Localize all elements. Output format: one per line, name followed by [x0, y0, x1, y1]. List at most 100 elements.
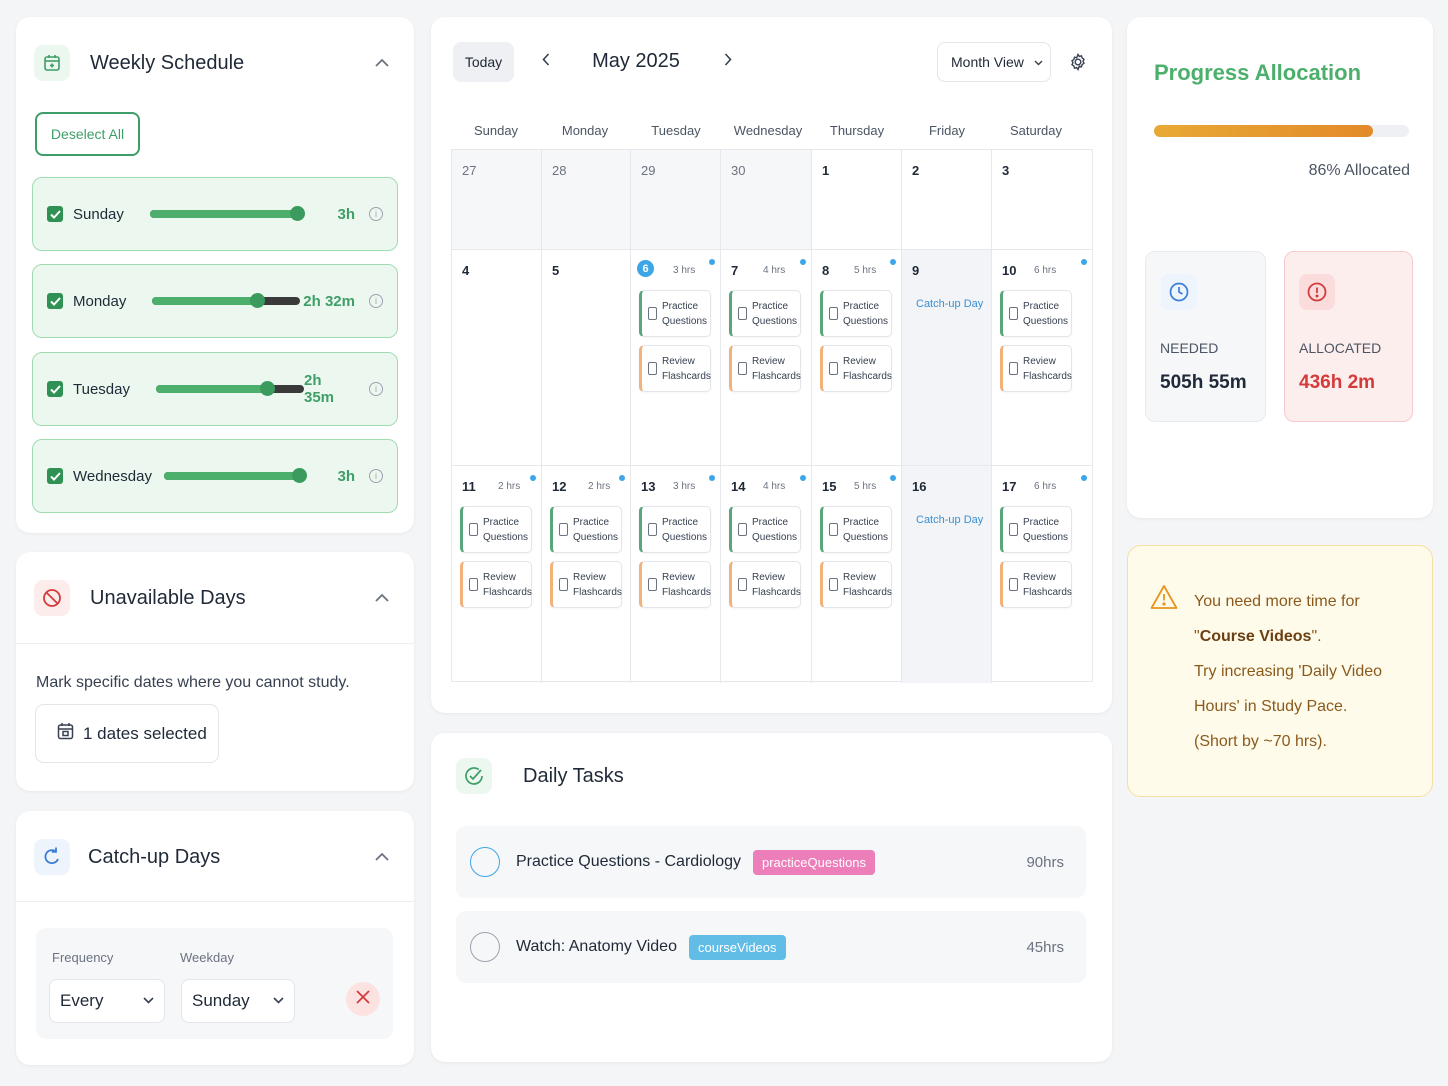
review-flashcards-task[interactable]: Review Flashcards	[639, 561, 711, 608]
calendar-day-cell[interactable]: 4	[452, 250, 542, 466]
review-flashcards-task[interactable]: Review Flashcards	[729, 561, 801, 608]
slider-fill	[163, 472, 300, 480]
day-checkbox[interactable]	[47, 206, 63, 222]
ban-icon	[34, 580, 70, 616]
frequency-select[interactable]: Every	[49, 979, 165, 1023]
practice-questions-task[interactable]: Practice Questions	[729, 506, 801, 553]
task-complete-toggle[interactable]	[470, 932, 500, 962]
practice-questions-task[interactable]: Practice Questions	[460, 506, 532, 553]
practice-questions-task[interactable]: Practice Questions	[550, 506, 622, 553]
day-row-wednesday[interactable]: Wednesday 3h i	[32, 439, 398, 513]
review-flashcards-task[interactable]: Review Flashcards	[1000, 345, 1072, 392]
catchup-days-header[interactable]: Catch-up Days	[34, 839, 396, 875]
chevron-up-icon[interactable]	[368, 49, 396, 77]
calendar-day-cell[interactable]: 1	[812, 150, 902, 250]
chevron-left-icon	[542, 53, 550, 71]
alert-circle-icon	[1299, 274, 1335, 310]
practice-questions-task[interactable]: Practice Questions	[820, 290, 892, 337]
weekday-select[interactable]: Sunday	[181, 979, 295, 1023]
catchup-days-title: Catch-up Days	[88, 845, 221, 868]
settings-button[interactable]	[1068, 52, 1088, 72]
today-button[interactable]: Today	[453, 42, 514, 82]
weekly-schedule-header[interactable]: Weekly Schedule	[34, 45, 396, 81]
hours-slider[interactable]	[149, 206, 305, 221]
task-complete-toggle[interactable]	[470, 847, 500, 877]
check-circle-icon	[456, 758, 492, 794]
daily-task-row[interactable]: Watch: Anatomy Video courseVideos 45hrs	[456, 911, 1086, 983]
hours-slider[interactable]	[152, 293, 301, 308]
deselect-all-button[interactable]: Deselect All	[35, 112, 140, 156]
slider-fill	[152, 297, 258, 305]
calendar-day-cell[interactable]: 30	[721, 150, 812, 250]
day-number: 27	[462, 163, 477, 178]
calendar-day-cell[interactable]: 6 3 hrs Practice Questions Review Flashcard…	[631, 250, 721, 466]
day-row-monday[interactable]: Monday 2h 32m i	[32, 264, 398, 338]
chevron-up-icon[interactable]	[368, 584, 396, 612]
calendar-day-cell[interactable]: 5	[542, 250, 631, 466]
prev-month-button[interactable]	[536, 52, 556, 72]
practice-questions-task[interactable]: Practice Questions	[1000, 506, 1072, 553]
task-label: Practice Questions	[483, 516, 529, 543]
calendar-day-cell[interactable]: 10 6 hrs Practice Questions Review Flashcar…	[992, 250, 1093, 466]
calendar-grid: 27 28 29 30 1 2 3 4 5 6 3 hrs Practice Questions Rev…	[451, 149, 1093, 683]
review-flashcards-task[interactable]: Review Flashcards	[820, 561, 892, 608]
day-number: 15	[822, 479, 837, 494]
month-title: May 2025	[592, 50, 680, 72]
calendar-day-cell[interactable]: 8 5 hrs Practice Questions Review Flashcard…	[812, 250, 902, 466]
weekday-value: Sunday	[192, 991, 250, 1010]
practice-questions-task[interactable]: Practice Questions	[1000, 290, 1072, 337]
calendar-day-cell[interactable]: 2	[902, 150, 992, 250]
slider-handle[interactable]	[250, 293, 266, 308]
calendar-day-cell[interactable]: 28	[542, 150, 631, 250]
remove-catchup-button[interactable]	[346, 982, 380, 1016]
review-flashcards-task[interactable]: Review Flashcards	[639, 345, 711, 392]
calendar-day-cell[interactable]: 7 4 hrs Practice Questions Review Flashcard…	[721, 250, 812, 466]
task-type-badge: practiceQuestions	[752, 849, 876, 875]
practice-questions-task[interactable]: Practice Questions	[639, 506, 711, 553]
review-flashcards-task[interactable]: Review Flashcards	[729, 345, 801, 392]
day-checkbox[interactable]	[47, 381, 63, 397]
review-flashcards-task[interactable]: Review Flashcards	[460, 561, 532, 608]
calendar-day-cell[interactable]: 29	[631, 150, 721, 250]
calendar-day-cell[interactable]: 13 3 hrs Practice Questions Review Flashcar…	[631, 466, 721, 683]
hours-slider[interactable]	[155, 381, 304, 396]
slider-handle[interactable]	[291, 468, 307, 483]
info-icon[interactable]: i	[369, 469, 383, 483]
review-flashcards-task[interactable]: Review Flashcards	[820, 345, 892, 392]
view-select[interactable]: Month View	[937, 42, 1051, 82]
info-icon[interactable]: i	[369, 382, 383, 396]
practice-questions-task[interactable]: Practice Questions	[820, 506, 892, 553]
calendar-day-cell[interactable]: 14 4 hrs Practice Questions Review Flashcar…	[721, 466, 812, 683]
warning-text: You need more time for "Course Videos". …	[1194, 584, 1414, 759]
calendar-day-cell[interactable]: 27	[452, 150, 542, 250]
slider-handle[interactable]	[289, 206, 305, 221]
status-dot	[1081, 475, 1087, 481]
progress-percent-label: 86% Allocated	[1308, 162, 1410, 179]
calendar-day-cell[interactable]: 9 Catch-up Day	[902, 250, 992, 466]
info-icon[interactable]: i	[369, 294, 383, 308]
dates-selected-button[interactable]: 1 dates selected	[35, 704, 219, 763]
unavailable-days-header[interactable]: Unavailable Days	[34, 580, 396, 616]
chevron-up-icon[interactable]	[368, 843, 396, 871]
day-row-tuesday[interactable]: Tuesday 2h 35m i	[32, 352, 398, 426]
calendar-day-cell[interactable]: 15 5 hrs Practice Questions Review Flashcar…	[812, 466, 902, 683]
calendar-day-cell[interactable]: 17 6 hrs Practice Questions Review Flashcar…	[992, 466, 1093, 683]
info-icon[interactable]: i	[369, 207, 383, 221]
next-month-button[interactable]	[718, 52, 738, 72]
review-flashcards-task[interactable]: Review Flashcards	[1000, 561, 1072, 608]
close-icon	[356, 989, 370, 1009]
calendar-day-cell[interactable]: 16 Catch-up Day	[902, 466, 992, 683]
daily-task-row[interactable]: Practice Questions - Cardiology practiceQ…	[456, 826, 1086, 898]
calendar-day-cell[interactable]: 3	[992, 150, 1093, 250]
practice-questions-task[interactable]: Practice Questions	[729, 290, 801, 337]
day-row-sunday[interactable]: Sunday 3h i	[32, 177, 398, 251]
slider-handle[interactable]	[259, 381, 275, 396]
day-checkbox[interactable]	[47, 293, 63, 309]
day-checkbox[interactable]	[47, 468, 63, 484]
unavailable-days-card: Unavailable Days Mark specific dates whe…	[16, 552, 414, 791]
calendar-day-cell[interactable]: 12 2 hrs Practice Questions Review Flashcar…	[542, 466, 631, 683]
review-flashcards-task[interactable]: Review Flashcards	[550, 561, 622, 608]
calendar-day-cell[interactable]: 11 2 hrs Practice Questions Review Flashcar…	[452, 466, 542, 683]
hours-slider[interactable]	[163, 468, 307, 483]
practice-questions-task[interactable]: Practice Questions	[639, 290, 711, 337]
